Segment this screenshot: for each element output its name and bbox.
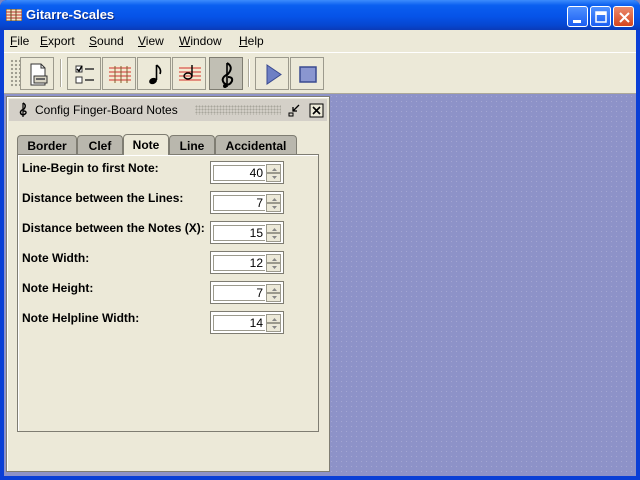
helpline-width-spinner[interactable]	[210, 311, 284, 334]
checklist-icon	[75, 65, 94, 84]
note-icon	[149, 64, 162, 85]
tab-clef[interactable]: Clef	[77, 135, 123, 154]
arrow-down-icon	[272, 206, 277, 209]
spin-down-button[interactable]	[266, 323, 281, 332]
spin-up-button[interactable]	[266, 314, 281, 323]
toolbar-separator	[60, 59, 62, 87]
close-icon	[619, 12, 630, 23]
menu-window[interactable]: Window	[179, 34, 222, 48]
note-width-input[interactable]	[213, 255, 265, 271]
stop-button[interactable]	[290, 57, 324, 90]
close-icon	[309, 103, 324, 118]
fretboard-button[interactable]	[102, 57, 136, 90]
line-begin-spinner[interactable]	[210, 161, 284, 184]
app-window: Gitarre-Scales File Export Sound View Wi…	[0, 0, 640, 480]
toolbar	[4, 52, 636, 94]
toolbar-separator	[248, 59, 250, 87]
arrow-down-icon	[272, 296, 277, 299]
play-button[interactable]	[255, 57, 289, 90]
line-distance-spinner[interactable]	[210, 191, 284, 214]
menu-sound[interactable]: Sound	[89, 34, 124, 48]
tab-border[interactable]: Border	[17, 135, 77, 154]
print-preview-icon	[30, 63, 48, 86]
minimize-icon	[573, 20, 581, 23]
note-height-input[interactable]	[213, 285, 265, 301]
spin-up-button[interactable]	[266, 254, 281, 263]
fingerboard-notes-button[interactable]	[172, 57, 206, 90]
fingerboard-notes-icon	[179, 65, 201, 83]
internal-frame-title-bar[interactable]: Config Finger-Board Notes	[9, 99, 327, 121]
line-distance-input[interactable]	[213, 195, 265, 211]
arrow-down-icon	[272, 326, 277, 329]
iconify-button[interactable]	[287, 103, 302, 118]
iconify-icon	[288, 104, 300, 117]
clef-button[interactable]	[209, 57, 243, 90]
clef-icon	[19, 102, 27, 117]
maximize-icon	[595, 11, 607, 23]
print-preview-button[interactable]	[20, 57, 54, 90]
field-label: Note Height:	[22, 281, 94, 295]
fretboard-icon	[109, 66, 131, 83]
spin-up-button[interactable]	[266, 284, 281, 293]
config-finger-board-notes-frame: Config Finger-Board Notes Border Clef No…	[6, 96, 330, 472]
field-label: Note Width:	[22, 251, 90, 265]
arrow-down-icon	[272, 176, 277, 179]
window-client: File Export Sound View Window Help Confi…	[4, 30, 636, 476]
menu-view[interactable]: View	[138, 34, 164, 48]
app-icon	[6, 9, 22, 21]
spin-down-button[interactable]	[266, 263, 281, 272]
internal-frame-title: Config Finger-Board Notes	[35, 103, 178, 117]
close-button[interactable]	[613, 6, 634, 27]
window-title: Gitarre-Scales	[26, 7, 115, 22]
tab-line[interactable]: Line	[169, 135, 215, 154]
note-width-spinner[interactable]	[210, 251, 284, 274]
field-label: Line-Begin to first Note:	[22, 161, 159, 175]
note-distance-spinner[interactable]	[210, 221, 284, 244]
note-distance-input[interactable]	[213, 225, 265, 241]
maximize-button[interactable]	[590, 6, 611, 27]
title-grip	[195, 105, 281, 115]
line-begin-input[interactable]	[213, 165, 265, 181]
note-button[interactable]	[137, 57, 171, 90]
spin-down-button[interactable]	[266, 203, 281, 212]
spin-up-button[interactable]	[266, 164, 281, 173]
field-label: Note Helpline Width:	[22, 311, 140, 325]
stop-icon	[299, 66, 317, 83]
spin-down-button[interactable]	[266, 293, 281, 302]
checklist-button[interactable]	[67, 57, 101, 90]
minimize-button[interactable]	[567, 6, 588, 27]
title-bar[interactable]: Gitarre-Scales	[0, 0, 640, 30]
play-icon	[266, 64, 282, 85]
menu-file[interactable]: File	[10, 34, 29, 48]
note-height-spinner[interactable]	[210, 281, 284, 304]
tab-strip: Border Clef Note Line Accidental	[17, 134, 317, 155]
mdi-desktop: Config Finger-Board Notes Border Clef No…	[4, 94, 636, 476]
tab-note[interactable]: Note	[123, 134, 169, 155]
arrow-down-icon	[272, 266, 277, 269]
spin-down-button[interactable]	[266, 233, 281, 242]
tab-accidental[interactable]: Accidental	[215, 135, 297, 154]
note-tab-panel: Line-Begin to first Note: Distance betwe…	[17, 154, 319, 432]
menu-export[interactable]: Export	[40, 34, 75, 48]
toolbar-grip[interactable]	[10, 59, 20, 87]
field-label: Distance between the Notes (X):	[22, 221, 205, 235]
helpline-width-input[interactable]	[213, 315, 265, 331]
menu-bar: File Export Sound View Window Help	[4, 30, 636, 52]
clef-icon	[221, 62, 234, 88]
spin-up-button[interactable]	[266, 224, 281, 233]
arrow-down-icon	[272, 236, 277, 239]
spin-up-button[interactable]	[266, 194, 281, 203]
spin-down-button[interactable]	[266, 173, 281, 182]
frame-close-button[interactable]	[309, 103, 324, 118]
field-label: Distance between the Lines:	[22, 191, 184, 205]
menu-help[interactable]: Help	[239, 34, 264, 48]
